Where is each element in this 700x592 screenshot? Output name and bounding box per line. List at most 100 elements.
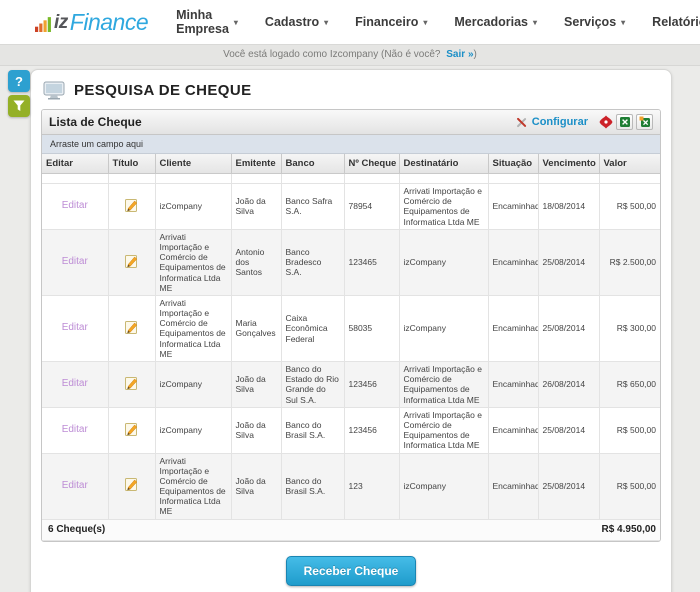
cell-banco: Banco Bradesco S.A. <box>281 229 344 295</box>
edit-link[interactable]: Editar <box>62 200 88 211</box>
note-pencil-icon[interactable] <box>124 376 139 393</box>
cell-banco: Banco do Brasil S.A. <box>281 407 344 453</box>
logout-link[interactable]: Sair » <box>446 49 473 60</box>
note-pencil-icon[interactable] <box>124 477 139 494</box>
cell-titulo <box>108 362 155 408</box>
note-pencil-icon[interactable] <box>124 198 139 215</box>
col-header-titulo[interactable]: Título <box>108 154 155 174</box>
edit-link[interactable]: Editar <box>62 256 88 267</box>
receber-cheque-button[interactable]: Receber Cheque <box>286 556 417 586</box>
cell-situacao: Encaminhado <box>488 407 538 453</box>
cell-valor: R$ 500,00 <box>599 453 661 519</box>
nav-item-label: Serviços <box>564 15 616 29</box>
col-header-cliente[interactable]: Cliente <box>155 154 231 174</box>
table-row: Editar izCompany João da Silva Banco do … <box>42 362 661 408</box>
cell-destinatario: Arrivati Importação e Comércio de Equipa… <box>399 362 488 408</box>
table-row: Editar Arrivati Importação e Comércio de… <box>42 229 661 295</box>
excel-all-export-icon[interactable] <box>636 114 653 130</box>
app-logo[interactable]: izFinance <box>35 12 148 33</box>
cell-emitente: João da Silva <box>231 453 281 519</box>
cell-cliente: Arrivati Importação e Comércio de Equipa… <box>155 229 231 295</box>
configure-link[interactable]: Configurar <box>515 116 588 129</box>
login-status-close: ) <box>474 49 477 60</box>
col-header-situacao[interactable]: Situação <box>488 154 538 174</box>
cell-emitente: João da Silva <box>231 407 281 453</box>
col-header-banco[interactable]: Banco <box>281 154 344 174</box>
cell-titulo <box>108 229 155 295</box>
side-buttons: ? <box>8 70 30 117</box>
cell-destinatario: izCompany <box>399 453 488 519</box>
drag-hint-label: Arraste um campo aqui <box>50 139 143 149</box>
cell-numero-cheque: 78954 <box>344 184 399 230</box>
table-row: Editar izCompany João da Silva Banco do … <box>42 407 661 453</box>
cell-emitente: João da Silva <box>231 184 281 230</box>
panel-title: Lista de Cheque <box>49 115 515 129</box>
cell-destinatario: izCompany <box>399 295 488 361</box>
excel-export-icon[interactable] <box>616 114 633 130</box>
nav-item-minha-empresa[interactable]: Minha Empresa▾ <box>176 8 238 36</box>
cheque-table: Editar Título Cliente Emitente Banco Nº … <box>42 154 661 541</box>
cell-numero-cheque: 123 <box>344 453 399 519</box>
cell-banco: Banco do Brasil S.A. <box>281 453 344 519</box>
cell-valor: R$ 650,00 <box>599 362 661 408</box>
edit-link[interactable]: Editar <box>62 480 88 491</box>
nav-item-mercadorias[interactable]: Mercadorias▾ <box>454 8 537 36</box>
cell-banco: Caixa Econômica Federal <box>281 295 344 361</box>
cell-titulo <box>108 184 155 230</box>
configure-label: Configurar <box>532 116 588 128</box>
note-pencil-icon[interactable] <box>124 422 139 439</box>
brand-prefix: iz <box>54 13 68 32</box>
panel-header: Lista de Cheque Configurar <box>42 110 660 135</box>
cell-vencimento: 25/08/2014 <box>538 229 599 295</box>
edit-link[interactable]: Editar <box>62 378 88 389</box>
nav-item-cadastro[interactable]: Cadastro ▾ <box>265 8 328 36</box>
nav-item-servicos[interactable]: Serviços▾ <box>564 8 625 36</box>
col-header-emitente[interactable]: Emitente <box>231 154 281 174</box>
edit-link[interactable]: Editar <box>62 424 88 435</box>
tools-icon <box>515 116 528 129</box>
chevron-down-icon: ▾ <box>324 18 328 27</box>
cell-banco: Banco do Estado do Rio Grande do Sul S.A… <box>281 362 344 408</box>
filter-row <box>42 174 661 184</box>
cell-numero-cheque: 123465 <box>344 229 399 295</box>
main-nav: Minha Empresa▾ Cadastro ▾ Financeiro ▾ Mer… <box>176 8 700 36</box>
cell-destinatario: Arrivati Importação e Comércio de Equipa… <box>399 407 488 453</box>
nav-item-relatorios[interactable]: Relatórios▾ <box>652 8 700 36</box>
col-header-vencimento[interactable]: Vencimento <box>538 154 599 174</box>
col-header-numero-cheque[interactable]: Nº Cheque <box>344 154 399 174</box>
nav-item-label: Financeiro <box>355 15 418 29</box>
cell-editar: Editar <box>42 184 108 230</box>
note-pencil-icon[interactable] <box>124 320 139 337</box>
col-header-editar[interactable]: Editar <box>42 154 108 174</box>
note-pencil-icon[interactable] <box>124 254 139 271</box>
help-button[interactable]: ? <box>8 70 30 92</box>
nav-item-label: Mercadorias <box>454 15 528 29</box>
cell-emitente: Antonio dos Santos <box>231 229 281 295</box>
nav-item-financeiro[interactable]: Financeiro ▾ <box>355 8 427 36</box>
cheque-list-panel: Lista de Cheque Configurar <box>41 109 661 542</box>
cell-valor: R$ 500,00 <box>599 184 661 230</box>
table-row: Editar Arrivati Importação e Comércio de… <box>42 453 661 519</box>
cheque-count: 6 Cheque(s) <box>42 519 488 540</box>
page-title: PESQUISA DE CHEQUE <box>74 82 252 99</box>
table-header-row: Editar Título Cliente Emitente Banco Nº … <box>42 154 661 174</box>
funnel-icon <box>13 100 25 112</box>
content-card: PESQUISA DE CHEQUE Lista de Cheque Confi… <box>30 69 672 592</box>
col-header-valor[interactable]: Valor <box>599 154 661 174</box>
excel-all-glyph-icon <box>639 116 651 128</box>
page-title-row: PESQUISA DE CHEQUE <box>41 79 661 109</box>
cell-editar: Editar <box>42 407 108 453</box>
edit-link[interactable]: Editar <box>62 322 88 333</box>
cell-cliente: Arrivati Importação e Comércio de Equipa… <box>155 295 231 361</box>
cell-situacao: Encaminhado <box>488 229 538 295</box>
chevron-down-icon: ▾ <box>423 18 427 27</box>
nav-item-label: Relatórios <box>652 15 700 29</box>
cell-cliente: izCompany <box>155 184 231 230</box>
filter-button[interactable] <box>8 95 30 117</box>
col-header-destinatario[interactable]: Destinatário <box>399 154 488 174</box>
nav-item-label: Cadastro <box>265 15 319 29</box>
cheque-table-body: Editar izCompany João da Silva Banco Saf… <box>42 174 661 520</box>
cell-banco: Banco Safra S.A. <box>281 184 344 230</box>
column-drag-zone[interactable]: Arraste um campo aqui <box>42 135 660 154</box>
pdf-export-icon[interactable] <box>599 115 613 129</box>
